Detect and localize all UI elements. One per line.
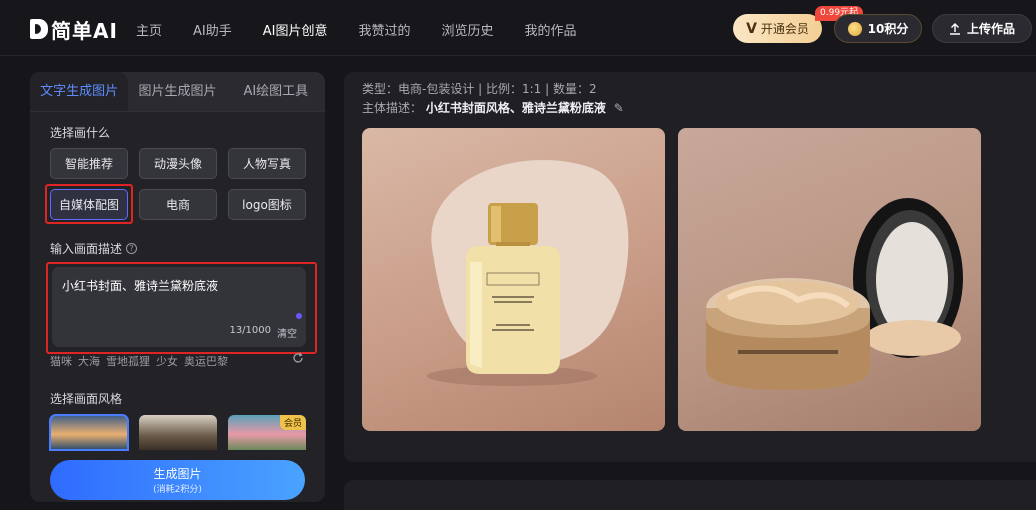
subject-label: 主体描述： — [362, 101, 423, 115]
nav-history[interactable]: 浏览历史 — [442, 20, 494, 39]
suggestion-item[interactable]: 雪地孤狸 — [106, 353, 150, 369]
logo-icon — [30, 19, 48, 39]
vip-icon: V — [746, 20, 757, 37]
style-thumb-ink[interactable] — [139, 415, 217, 450]
nav-liked[interactable]: 我赞过的 — [358, 20, 410, 39]
main-nav: 主页 AI助手 AI图片创意 我赞过的 浏览历史 我的作品 — [136, 20, 608, 39]
tab-ai-drawing-tools[interactable]: AI绘图工具 — [227, 72, 325, 111]
upload-label: 上传作品 — [966, 22, 1015, 36]
logo[interactable]: 简单AI — [30, 14, 118, 44]
nav-ai-image-creative[interactable]: AI图片创意 — [263, 20, 328, 39]
mode-tabs: 文字生成图片 图片生成图片 AI绘图工具 — [30, 72, 325, 112]
generation-panel: 文字生成图片 图片生成图片 AI绘图工具 选择画什么 智能推荐 动漫头像 人物写… — [30, 72, 325, 502]
tab-image-to-image[interactable]: 图片生成图片 — [128, 72, 226, 111]
chip-logo-icon[interactable]: logo图标 — [228, 189, 306, 220]
style-text: 选择画面风格 — [50, 392, 123, 406]
suggestion-list: 猫咪 大海 雪地孤狸 少女 奥运巴黎 — [50, 353, 228, 369]
chip-anime-avatar[interactable]: 动漫头像 — [139, 148, 217, 179]
points-label: 10积分 — [867, 22, 909, 36]
suggestion-item[interactable]: 大海 — [78, 353, 100, 369]
coin-icon — [847, 21, 862, 36]
subject-value: 小红书封面风格、雅诗兰黛粉底液 — [425, 101, 606, 115]
vip-button[interactable]: V 开通会员 — [733, 14, 822, 43]
result-panel: 类型：电商-包装设计 | 比例：1:1 | 数量：2 主体描述： 小红书封面风格… — [344, 72, 1036, 462]
result-image-2[interactable] — [678, 128, 981, 431]
upload-icon — [949, 22, 960, 35]
choose-subject-text: 选择画什么 — [50, 126, 111, 140]
result-panel-next — [344, 480, 1036, 510]
result-meta: 类型：电商-包装设计 | 比例：1:1 | 数量：2 — [362, 82, 597, 96]
suggestion-item[interactable]: 奥运巴黎 — [184, 353, 228, 369]
result-subject: 主体描述： 小红书封面风格、雅诗兰黛粉底液 ✎ — [362, 99, 624, 116]
help-icon[interactable]: ? — [126, 243, 138, 254]
generate-cost: (消耗2积分) — [153, 485, 202, 495]
choose-subject-label: 选择画什么 — [50, 124, 110, 141]
product-image-compact — [706, 198, 963, 390]
upload-button[interactable]: 上传作品 — [932, 14, 1032, 43]
style-thumb-landscape[interactable] — [49, 414, 129, 451]
tab-text-to-image[interactable]: 文字生成图片 — [30, 72, 129, 111]
generate-label: 生成图片 — [153, 467, 202, 481]
refresh-icon[interactable] — [292, 352, 304, 364]
generate-button[interactable]: 生成图片 (消耗2积分) — [50, 460, 305, 500]
nav-ai-assistant[interactable]: AI助手 — [193, 20, 232, 39]
nav-home[interactable]: 主页 — [136, 20, 162, 39]
nav-my-works[interactable]: 我的作品 — [525, 20, 577, 39]
suggestion-item[interactable]: 少女 — [156, 353, 178, 369]
chip-ecommerce[interactable]: 电商 — [139, 189, 217, 220]
style-thumb-vip[interactable]: 会员 — [228, 415, 306, 450]
description-text: 输入画面描述 — [50, 242, 123, 256]
edit-icon[interactable]: ✎ — [614, 101, 624, 115]
chip-portrait[interactable]: 人物写真 — [228, 148, 306, 179]
result-image-1[interactable] — [362, 128, 665, 431]
description-label: 输入画面描述 ? — [50, 240, 138, 257]
highlight-box-chip — [45, 184, 133, 224]
vip-tag: 会员 — [279, 415, 306, 430]
vip-label: 开通会员 — [760, 22, 809, 36]
style-label: 选择画面风格 — [50, 390, 122, 407]
chip-smart-recommend[interactable]: 智能推荐 — [50, 148, 128, 179]
points-button[interactable]: 10积分 — [834, 14, 922, 43]
logo-text: 简单AI — [51, 18, 118, 43]
product-image-bottle — [427, 159, 629, 386]
suggestion-item[interactable]: 猫咪 — [50, 353, 72, 369]
top-bar: 简单AI 主页 AI助手 AI图片创意 我赞过的 浏览历史 我的作品 V 开通会… — [0, 0, 1036, 56]
highlight-box-input — [46, 262, 317, 354]
